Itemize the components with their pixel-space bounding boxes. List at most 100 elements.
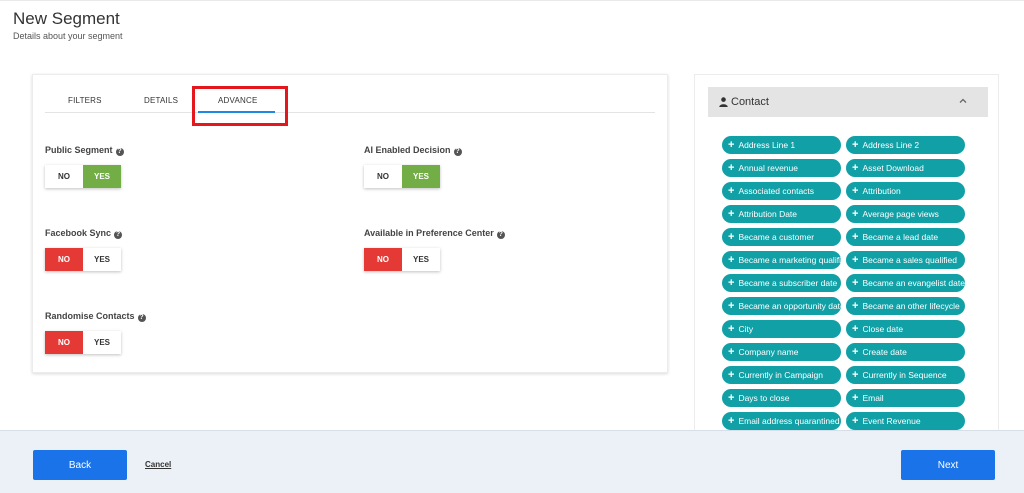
contact-field-chip[interactable]: + Currently in Campaign	[722, 366, 841, 384]
public-segment-no[interactable]: NO	[45, 165, 83, 188]
preference-center-yes[interactable]: YES	[402, 248, 440, 271]
help-icon[interactable]: ?	[453, 148, 462, 156]
contact-field-label: Annual revenue	[738, 163, 798, 173]
randomise-contacts-yes[interactable]: YES	[83, 331, 121, 354]
contact-field-chip[interactable]: + Became a sales qualified	[846, 251, 965, 269]
randomise-contacts-label: Randomise Contacts?	[45, 311, 146, 322]
plus-icon: +	[728, 391, 735, 404]
tab-filters[interactable]: FILTERS	[68, 96, 102, 105]
facebook-sync-yes[interactable]: YES	[83, 248, 121, 271]
facebook-sync-toggle: NO YES	[45, 248, 121, 271]
contact-field-label: Associated contacts	[738, 186, 815, 196]
plus-icon: +	[852, 207, 859, 220]
plus-icon: +	[728, 253, 735, 266]
help-icon[interactable]: ?	[137, 314, 146, 322]
page-title: New Segment	[13, 9, 120, 28]
plus-icon: +	[728, 184, 735, 197]
next-button[interactable]: Next	[901, 450, 995, 480]
contact-field-label: Became a lead date	[862, 232, 939, 242]
plus-icon: +	[728, 322, 735, 335]
public-segment-toggle: NO YES	[45, 165, 121, 188]
help-icon[interactable]: ?	[114, 231, 123, 239]
help-icon[interactable]: ?	[496, 231, 505, 239]
contact-field-chip[interactable]: + Address Line 2	[846, 136, 965, 154]
plus-icon: +	[728, 230, 735, 243]
contact-field-label: Became a subscriber date	[738, 278, 838, 288]
contact-field-label: Currently in Sequence	[862, 370, 947, 380]
back-button[interactable]: Back	[33, 450, 127, 480]
public-segment-yes[interactable]: YES	[83, 165, 121, 188]
contact-field-label: Create date	[862, 347, 907, 357]
ai-enabled-decision-no[interactable]: NO	[364, 165, 402, 188]
contact-field-label: City	[738, 324, 754, 334]
plus-icon: +	[852, 184, 859, 197]
ai-enabled-decision-toggle: NO YES	[364, 165, 440, 188]
contact-field-label: Email address quarantined	[738, 416, 840, 426]
plus-icon: +	[728, 299, 735, 312]
contact-field-chip[interactable]: + Became an evangelist date	[846, 274, 965, 292]
tab-details[interactable]: DETAILS	[144, 96, 178, 105]
contact-field-chip[interactable]: + Close date	[846, 320, 965, 338]
page-subtitle: Details about your segment	[13, 31, 123, 41]
person-icon	[719, 97, 728, 107]
contact-field-chip[interactable]: + City	[722, 320, 841, 338]
preference-center-toggle: NO YES	[364, 248, 440, 271]
cancel-link[interactable]: Cancel	[145, 460, 171, 469]
plus-icon: +	[852, 391, 859, 404]
contact-field-label: Became an other lifecycle	[862, 301, 960, 311]
preference-center-no[interactable]: NO	[364, 248, 402, 271]
contact-field-chip[interactable]: + Attribution	[846, 182, 965, 200]
plus-icon: +	[728, 161, 735, 174]
ai-enabled-decision-yes[interactable]: YES	[402, 165, 440, 188]
contact-field-chip[interactable]: + Associated contacts	[722, 182, 841, 200]
chevron-up-icon[interactable]	[958, 96, 968, 106]
contact-field-label: Became an evangelist date	[862, 278, 965, 288]
plus-icon: +	[728, 138, 735, 151]
contact-field-chip[interactable]: + Days to close	[722, 389, 841, 407]
contact-field-label: Became an opportunity date	[738, 301, 841, 311]
contact-field-chip[interactable]: + Asset Download	[846, 159, 965, 177]
contact-field-chip[interactable]: + Company name	[722, 343, 841, 361]
contact-field-chip[interactable]: + Average page views	[846, 205, 965, 223]
plus-icon: +	[852, 253, 859, 266]
contact-field-chip[interactable]: + Annual revenue	[722, 159, 841, 177]
contact-field-label: Event Revenue	[862, 416, 921, 426]
contact-field-chip[interactable]: + Became an other lifecycle	[846, 297, 965, 315]
contact-field-chip[interactable]: + Attribution Date	[722, 205, 841, 223]
contact-field-chip[interactable]: + Event Revenue	[846, 412, 965, 430]
ai-enabled-decision-label: AI Enabled Decision?	[364, 145, 462, 156]
contact-field-chip[interactable]: + Became a subscriber date	[722, 274, 841, 292]
plus-icon: +	[852, 276, 859, 289]
plus-icon: +	[852, 322, 859, 335]
contact-field-label: Became a sales qualified	[862, 255, 957, 265]
plus-icon: +	[852, 138, 859, 151]
contact-field-chip[interactable]: + Became a lead date	[846, 228, 965, 246]
plus-icon: +	[852, 368, 859, 381]
facebook-sync-label: Facebook Sync?	[45, 228, 123, 239]
contact-field-label: Address Line 1	[738, 140, 796, 150]
plus-icon: +	[852, 161, 859, 174]
plus-icon: +	[852, 345, 859, 358]
contact-field-chip[interactable]: + Create date	[846, 343, 965, 361]
help-icon[interactable]: ?	[115, 148, 124, 156]
facebook-sync-no[interactable]: NO	[45, 248, 83, 271]
contact-field-chip[interactable]: + Became an opportunity date	[722, 297, 841, 315]
contact-field-chip[interactable]: + Email	[846, 389, 965, 407]
segment-settings-card: FILTERS DETAILS ADVANCE Public Segment? …	[32, 74, 668, 373]
contact-field-chip[interactable]: + Address Line 1	[722, 136, 841, 154]
contact-field-chip[interactable]: + Became a marketing qualified	[722, 251, 841, 269]
contact-field-chip[interactable]: + Became a customer	[722, 228, 841, 246]
plus-icon: +	[852, 230, 859, 243]
contact-field-label: Attribution	[862, 186, 901, 196]
contact-field-chip[interactable]: + Email address quarantined	[722, 412, 841, 430]
tab-advance[interactable]: ADVANCE	[218, 96, 257, 105]
public-segment-label: Public Segment?	[45, 145, 124, 156]
contact-fields-panel: Contact + Address Line 1 + Address Line 2 + A…	[694, 74, 999, 434]
contact-field-label: Average page views	[862, 209, 939, 219]
randomise-contacts-no[interactable]: NO	[45, 331, 83, 354]
contact-field-label: Email	[862, 393, 884, 403]
contact-section-header[interactable]: Contact	[708, 87, 988, 117]
contact-field-label: Currently in Campaign	[738, 370, 824, 380]
plus-icon: +	[728, 207, 735, 220]
contact-field-chip[interactable]: + Currently in Sequence	[846, 366, 965, 384]
